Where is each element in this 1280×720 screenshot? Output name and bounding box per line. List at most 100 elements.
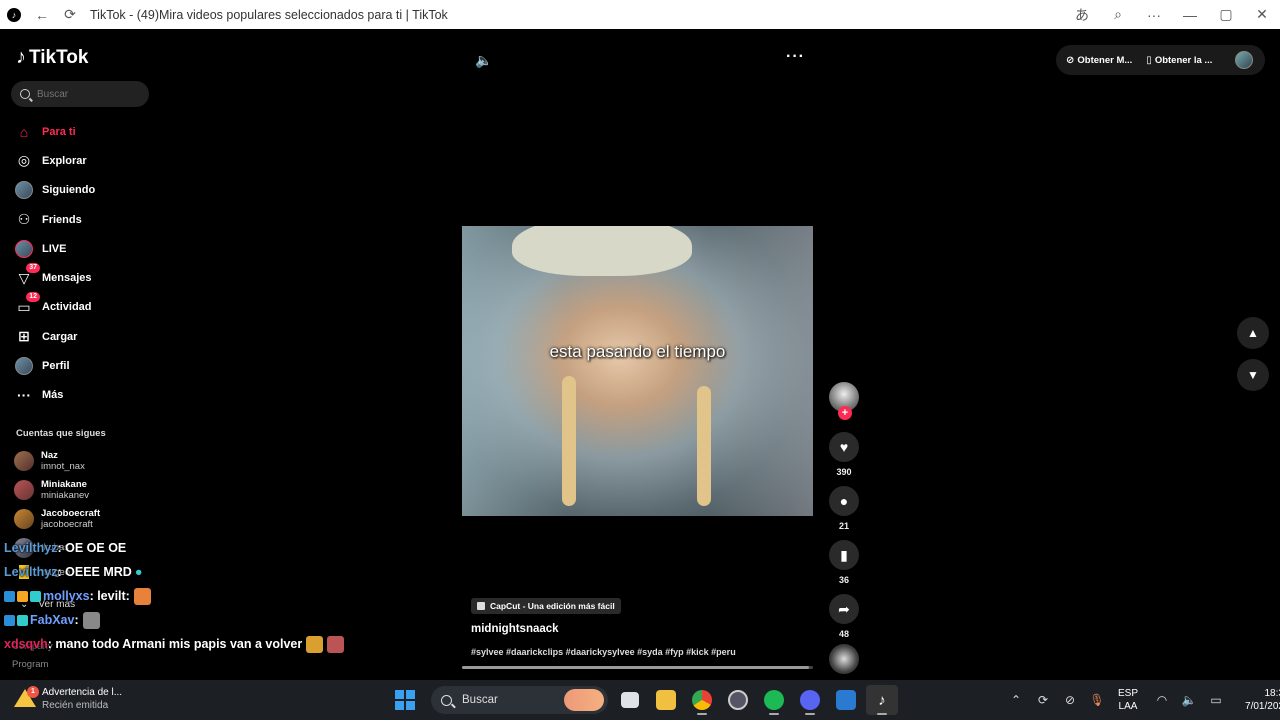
battery-icon[interactable]: ▭	[1204, 688, 1228, 712]
share-icon: ➦	[838, 600, 850, 617]
file-explorer-button[interactable]	[650, 685, 682, 715]
sidebar-nav: ⌂ Para ti ◎ Explorar Siguiendo ⚇ Friends…	[14, 117, 95, 410]
following-avatar-icon	[14, 180, 34, 200]
zoom-icon[interactable]: ⌕	[1100, 0, 1136, 29]
avatar	[14, 450, 34, 471]
chat-message: FabXav :	[4, 608, 344, 632]
windows-taskbar: 1 Advertencia de l... Recién emitida Bus…	[0, 680, 1280, 720]
video-frame-braid	[562, 376, 576, 506]
get-app-button[interactable]: ▯ Obtener la ...	[1146, 55, 1212, 66]
language-indicator[interactable]: ESP LAA	[1118, 687, 1138, 713]
stream-chat-overlay: Levilthyz : OE OE OE Levilthyz : OEEE MR…	[4, 536, 345, 656]
save-count: 36	[838, 575, 849, 585]
tiktok-taskbar-button[interactable]: ♪	[866, 685, 898, 715]
avatar	[14, 479, 34, 500]
start-button[interactable]	[389, 685, 421, 715]
vscode-button[interactable]	[830, 685, 862, 715]
tiktok-note-icon: ♪	[16, 46, 26, 68]
warning-icon: 1	[14, 686, 39, 709]
taskbar-search[interactable]: Buscar	[431, 686, 608, 714]
task-view-button[interactable]	[614, 685, 646, 715]
video-caption: esta pasando el tiempo	[549, 342, 726, 361]
video-frame-braid	[697, 386, 711, 506]
eye-off-icon[interactable]: ⊘	[1058, 688, 1082, 712]
nav-cargar[interactable]: ⊞ Cargar	[14, 322, 95, 351]
comment-icon: ●	[839, 493, 849, 509]
nav-friends[interactable]: ⚇ Friends	[14, 205, 95, 234]
nav-explorar[interactable]: ◎ Explorar	[14, 146, 95, 175]
menu-dots-icon[interactable]: ···	[1136, 0, 1172, 29]
search-input[interactable]	[37, 88, 137, 100]
friends-icon: ⚇	[17, 211, 31, 228]
translate-icon[interactable]: あ	[1064, 0, 1100, 29]
sidebar-search[interactable]	[11, 81, 149, 107]
footer-program[interactable]: Program	[12, 659, 48, 670]
wifi-icon[interactable]: ◠	[1150, 688, 1174, 712]
live-icon	[14, 239, 34, 259]
follow-plus-icon[interactable]: +	[838, 406, 852, 420]
verified-icon: ●	[134, 565, 143, 579]
nav-para-ti[interactable]: ⌂ Para ti	[14, 117, 95, 146]
discord-button[interactable]	[794, 685, 826, 715]
save-button[interactable]: ▮	[829, 540, 859, 570]
music-disc-icon[interactable]	[829, 644, 859, 674]
nav-mas[interactable]: ··· Más	[14, 381, 95, 410]
chrome-button[interactable]	[686, 685, 718, 715]
badge-icon	[4, 614, 15, 626]
video-progress-bar[interactable]	[462, 666, 813, 669]
nav-perfil[interactable]: Perfil	[14, 351, 95, 380]
creator-avatar[interactable]: +	[829, 382, 859, 420]
like-count: 390	[836, 467, 852, 477]
spotify-button[interactable]	[758, 685, 790, 715]
video-more-icon[interactable]: ···	[786, 48, 805, 66]
tiktok-logo[interactable]: ♪ TikTok	[16, 46, 88, 69]
get-coins-button[interactable]: ⊘ Obtener M...	[1066, 55, 1132, 66]
system-tray: ⌃ ⟳ ⊘ 🎙 ESP LAA ◠ 🔈 ▭ 18:36 7/01/2026	[1004, 680, 1280, 720]
sync-icon[interactable]: ⟳	[1031, 688, 1055, 712]
nav-live[interactable]: LIVE	[14, 234, 95, 263]
following-account[interactable]: Naz imnot_nax	[14, 446, 100, 475]
back-icon[interactable]: ←	[28, 0, 56, 29]
heart-icon: ♥	[839, 439, 849, 455]
following-heading: Cuentas que sigues	[16, 428, 106, 439]
coin-icon: ⊘	[1066, 54, 1075, 66]
activity-badge: 12	[26, 292, 40, 303]
next-video-button[interactable]: ▼	[1237, 359, 1269, 391]
maximize-icon[interactable]: ▢	[1208, 0, 1244, 29]
share-button[interactable]: ➦	[829, 594, 859, 624]
folder-icon	[656, 690, 676, 710]
following-account[interactable]: Miniakane miniakanev	[14, 475, 100, 504]
search-icon	[20, 89, 30, 99]
video-player[interactable]: esta pasando el tiempo	[462, 226, 813, 516]
comment-count: 21	[838, 521, 849, 531]
task-view-icon	[621, 692, 639, 708]
settings-button[interactable]	[722, 685, 754, 715]
upload-icon: ⊞	[18, 328, 30, 345]
badge-icon	[4, 590, 15, 602]
chevron-up-icon[interactable]: ⌃	[1004, 688, 1028, 712]
previous-video-button[interactable]: ▲	[1237, 317, 1269, 349]
speaker-icon[interactable]: 🔈	[1177, 688, 1201, 712]
gear-icon	[728, 690, 748, 710]
tiktok-icon: ♪	[878, 691, 886, 709]
microphone-icon[interactable]: 🎙	[1085, 688, 1109, 712]
volume-icon[interactable]: 🔈	[475, 52, 492, 69]
video-author[interactable]: midnightsnaack	[471, 623, 559, 635]
phone-icon: ▯	[1146, 54, 1152, 66]
user-avatar[interactable]	[1235, 51, 1253, 69]
effect-tag[interactable]: CapCut - Una edición más fácil	[471, 598, 621, 614]
close-icon[interactable]: ✕	[1244, 0, 1280, 29]
video-hashtags[interactable]: #sylvee #daarickclips #daarickysylvee #s…	[471, 647, 736, 657]
spotify-icon	[764, 690, 784, 710]
share-count: 48	[838, 629, 849, 639]
nav-siguiendo[interactable]: Siguiendo	[14, 176, 95, 205]
refresh-icon[interactable]: ⟳	[56, 0, 84, 29]
taskbar-notification[interactable]: 1 Advertencia de l... Recién emitida	[14, 686, 122, 712]
minimize-icon[interactable]: —	[1172, 0, 1208, 29]
clock[interactable]: 18:36 7/01/2026	[1245, 687, 1280, 713]
like-button[interactable]: ♥	[829, 432, 859, 462]
comment-button[interactable]: ●	[829, 486, 859, 516]
following-account[interactable]: Jacoboecraft jacoboecraft	[14, 504, 100, 533]
nav-actividad[interactable]: ▭ 12 Actividad	[14, 292, 95, 322]
nav-mensajes[interactable]: ▽ 37 Mensajes	[14, 263, 95, 292]
